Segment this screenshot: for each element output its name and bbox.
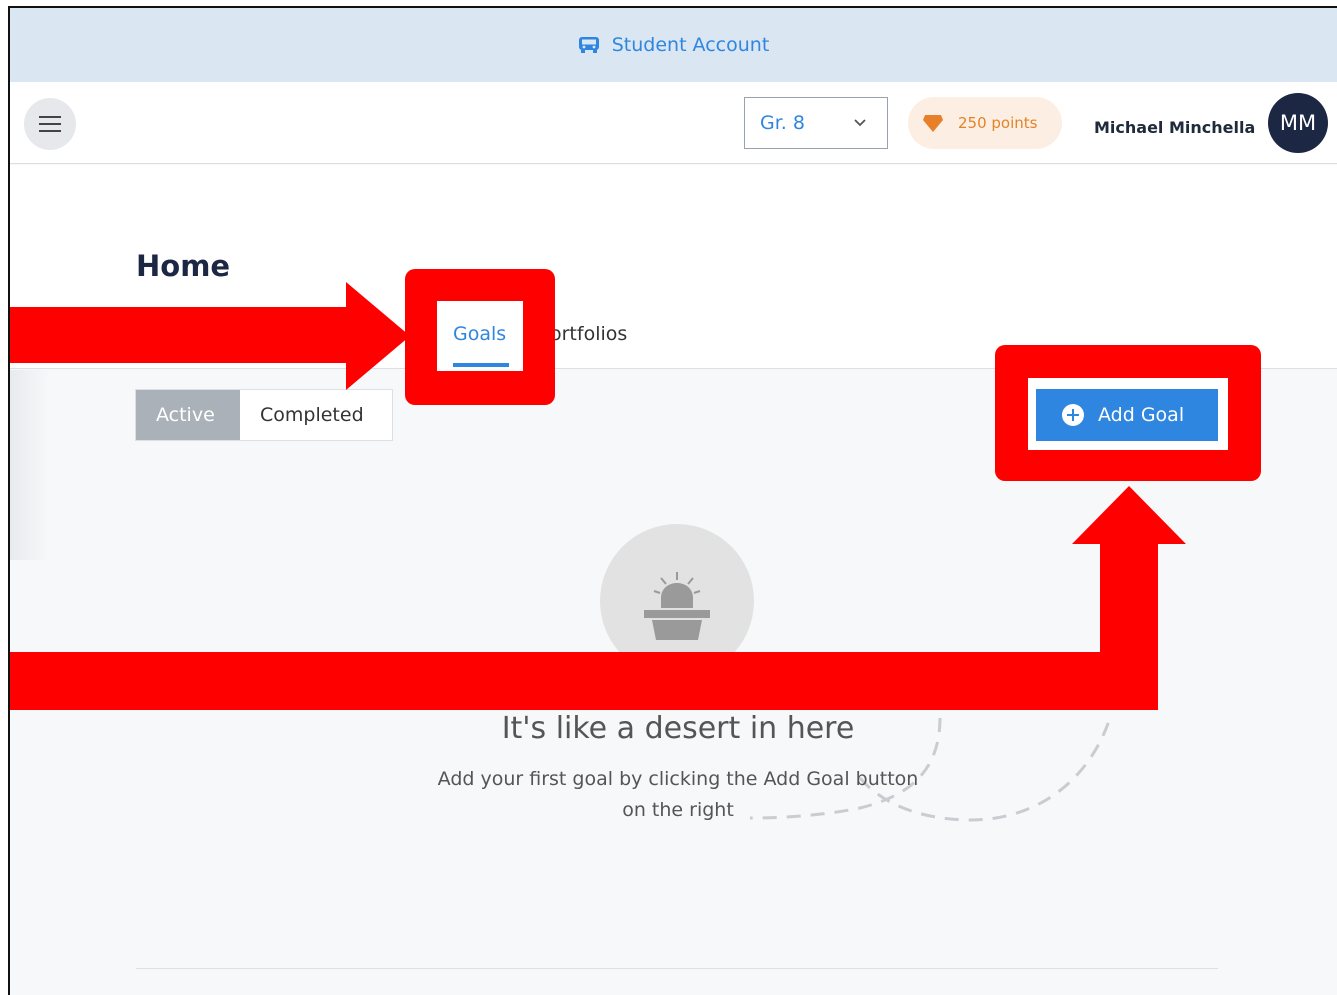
goal-status-toggle: Active Completed xyxy=(135,389,393,441)
top-header: Gr. 8 250 points Michael Minchella MM xyxy=(10,82,1337,164)
grade-select[interactable]: Gr. 8 xyxy=(744,97,888,149)
menu-button[interactable] xyxy=(24,98,76,150)
grade-select-value: Gr. 8 xyxy=(760,112,805,134)
empty-state-subtitle: Add your first goal by clicking the Add … xyxy=(437,768,919,821)
empty-state-title: It's like a desert in here xyxy=(501,711,855,746)
arrow-to-goals-shaft xyxy=(10,307,350,363)
arrow-to-add-goal-head xyxy=(1072,486,1186,544)
banner-label: Student Account xyxy=(611,34,770,56)
tab-goals-highlighted[interactable]: Goals xyxy=(453,323,506,345)
user-name[interactable]: Michael Minchella xyxy=(1094,118,1255,137)
add-goal-label: Add Goal xyxy=(1098,404,1185,426)
arrow-to-add-goal-vertical xyxy=(1100,542,1158,710)
points-label: 250 points xyxy=(958,114,1038,132)
active-filter-button[interactable]: Active xyxy=(136,390,240,440)
points-badge[interactable]: 250 points xyxy=(908,97,1062,149)
chevron-down-icon xyxy=(854,119,866,127)
avatar[interactable]: MM xyxy=(1268,93,1328,153)
add-goal-button[interactable]: Add Goal xyxy=(1036,389,1218,441)
active-tab-indicator-highlighted xyxy=(453,363,509,367)
arrow-to-goals-head xyxy=(346,282,410,390)
hamburger-icon xyxy=(39,116,61,132)
page-title: Home xyxy=(136,249,231,283)
cactus-icon xyxy=(644,572,710,640)
completed-filter-button[interactable]: Completed xyxy=(240,390,392,440)
gem-icon xyxy=(923,115,943,132)
app-window: Student Account Gr. 8 250 points Michael… xyxy=(8,6,1337,995)
drawer-edge-shadow xyxy=(10,370,50,560)
bus-icon xyxy=(578,37,599,53)
plus-circle-icon xyxy=(1062,404,1084,426)
tab-portfolios[interactable]: ortfolios xyxy=(550,323,627,345)
divider xyxy=(136,968,1218,969)
student-account-banner[interactable]: Student Account xyxy=(10,8,1337,82)
arrow-to-add-goal-horizontal xyxy=(10,652,1158,710)
